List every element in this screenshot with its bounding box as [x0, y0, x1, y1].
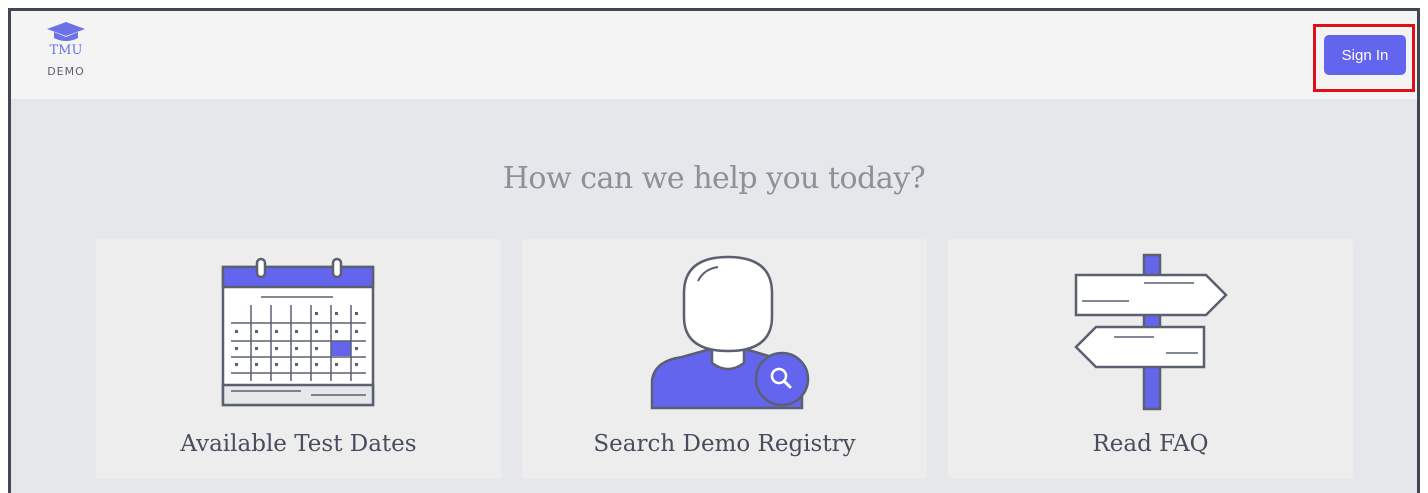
- app-frame: TMU DEMO Sign In How can we help you tod…: [8, 8, 1420, 493]
- graduation-cap-icon: [47, 22, 85, 41]
- card-label: Read FAQ: [1092, 431, 1209, 457]
- card-label: Search Demo Registry: [593, 431, 856, 457]
- user-search-icon: [650, 255, 810, 410]
- page-headline: How can we help you today?: [502, 161, 926, 196]
- card-available-test-dates[interactable]: Available Test Dates: [96, 239, 501, 479]
- calendar-icon: [221, 257, 375, 407]
- sign-in-button[interactable]: Sign In: [1324, 35, 1406, 75]
- card-label: Available Test Dates: [180, 431, 417, 457]
- logo-subtitle: DEMO: [47, 65, 85, 78]
- header: TMU DEMO Sign In: [11, 11, 1417, 99]
- signpost-icon: [1074, 253, 1228, 411]
- logo[interactable]: TMU DEMO: [37, 21, 95, 91]
- card-search-demo-registry[interactable]: Search Demo Registry: [522, 239, 927, 479]
- logo-text: TMU: [49, 43, 83, 58]
- card-read-faq[interactable]: Read FAQ: [948, 239, 1353, 479]
